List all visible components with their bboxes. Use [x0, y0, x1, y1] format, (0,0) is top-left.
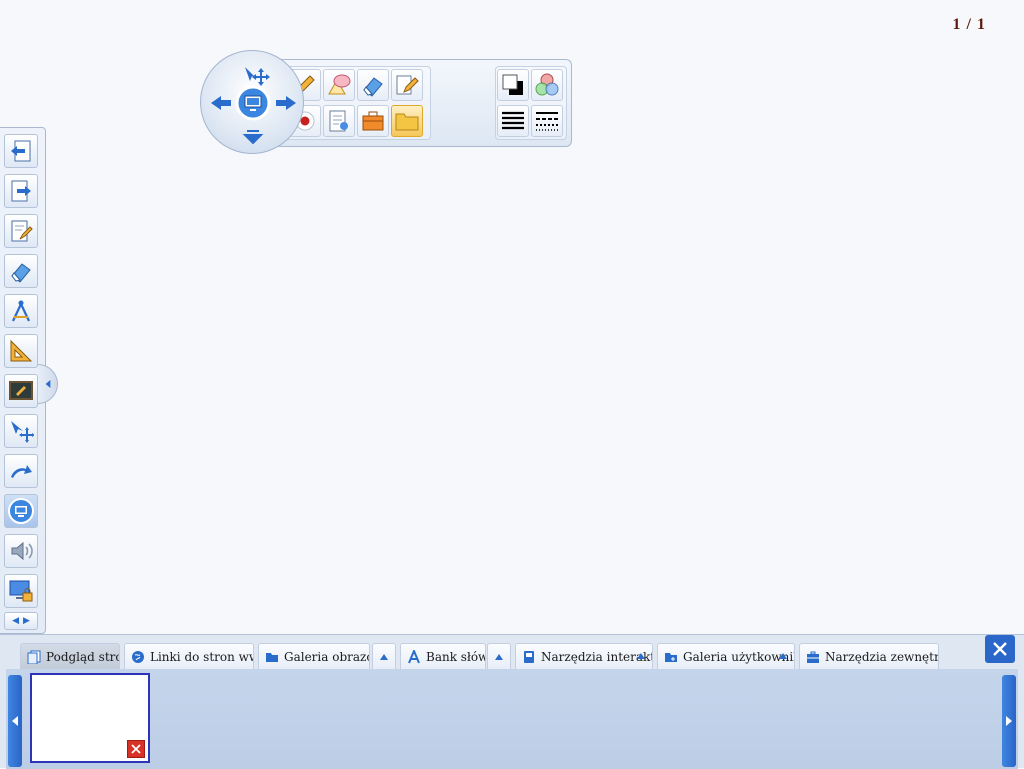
line-style-button[interactable]: [531, 105, 563, 137]
arrow-right-icon[interactable]: [276, 96, 296, 110]
letter-a-icon: [408, 649, 420, 663]
select-move-button[interactable]: [4, 414, 38, 448]
triangle-right-icon: [1006, 716, 1012, 726]
page-forward-icon: [11, 180, 31, 202]
folder-icon: [395, 113, 419, 131]
triangle-left-icon: ◀: [12, 616, 19, 626]
color-fill-button[interactable]: [497, 69, 529, 101]
folder-button[interactable]: [391, 105, 423, 137]
triangle-ruler-button[interactable]: [4, 334, 38, 368]
user-gallery-expand-button[interactable]: [772, 643, 794, 669]
tab-external-tools[interactable]: Narzędzia zewnętrzne: [799, 643, 939, 669]
folder-icon: [266, 652, 278, 662]
interactive-tools-icon: [524, 650, 534, 663]
line-style-icon: [536, 112, 558, 131]
color-fill-icon: [502, 74, 523, 95]
close-icon: [131, 744, 141, 754]
screen-lock-button[interactable]: [4, 574, 38, 608]
eraser-icon: [11, 263, 31, 283]
toolbar-scroll-button[interactable]: ◀ ▶: [4, 612, 38, 630]
document-search-icon: [329, 110, 348, 132]
edit-pencil-button[interactable]: [391, 69, 423, 101]
page-edit-button[interactable]: [4, 214, 38, 248]
chevron-up-icon: [495, 653, 503, 660]
tab-label: Bank słów: [426, 649, 486, 664]
tab-word-bank[interactable]: Bank słów: [400, 643, 486, 669]
briefcase-icon: [807, 651, 819, 663]
line-width-icon: [502, 111, 524, 130]
bottom-panel: Podgląd stron Linki do stron www Galeria…: [0, 634, 1024, 769]
floating-toolbar: [200, 50, 574, 158]
eraser-icon: [363, 77, 383, 97]
triangle-left-icon: [12, 716, 18, 726]
toolbox-icon: [362, 111, 384, 131]
arrow-down-icon[interactable]: [242, 130, 264, 145]
triangle-right-icon: ▶: [23, 616, 30, 626]
shapes-button[interactable]: [323, 69, 355, 101]
tab-label: Podgląd stron: [46, 649, 119, 664]
monitor-icon: [8, 498, 34, 524]
display-button[interactable]: [4, 494, 38, 528]
compass-button[interactable]: [4, 294, 38, 328]
toolbox-button[interactable]: [357, 105, 389, 137]
image-gallery-expand-button[interactable]: [372, 643, 396, 669]
compass-icon: [12, 300, 30, 322]
page-preview-area: [6, 669, 1018, 769]
word-bank-expand-button[interactable]: [487, 643, 511, 669]
navigation-joystick[interactable]: [200, 50, 304, 154]
line-width-button[interactable]: [497, 105, 529, 137]
eraser-button[interactable]: [357, 69, 389, 101]
speaker-icon: [11, 541, 33, 561]
close-panel-button[interactable]: [985, 635, 1015, 663]
edit-pencil-icon: [396, 75, 419, 95]
shapes-icon: [328, 74, 351, 95]
scroll-right-button[interactable]: [1002, 675, 1016, 767]
redo-button[interactable]: [4, 454, 38, 488]
document-search-button[interactable]: [323, 105, 355, 137]
screen-lock-icon: [9, 580, 33, 602]
tab-label: Narzędzia zewnętrzne: [825, 649, 939, 664]
chevron-left-icon: [45, 380, 50, 388]
sound-button[interactable]: [4, 534, 38, 568]
next-page-button[interactable]: [4, 174, 38, 208]
previous-page-button[interactable]: [4, 134, 38, 168]
close-icon: [993, 642, 1007, 656]
arrow-left-icon[interactable]: [211, 96, 231, 110]
pages-icon: [27, 650, 41, 664]
page-counter: 1 / 1: [952, 16, 986, 33]
interactive-tools-expand-button[interactable]: [630, 643, 652, 669]
select-move-icon: [11, 421, 34, 443]
tab-web-links[interactable]: Linki do stron www: [124, 643, 254, 669]
delete-page-button[interactable]: [127, 740, 145, 758]
tab-image-gallery[interactable]: Galeria obrazów: [258, 643, 370, 669]
left-toolbar-collapse-handle[interactable]: [38, 364, 58, 404]
eraser-button[interactable]: [4, 254, 38, 288]
redo-arrow-icon: [11, 465, 32, 478]
globe-icon: [132, 650, 144, 663]
color-palette-icon: [535, 73, 559, 96]
chevron-up-icon: [637, 653, 645, 659]
chevron-up-icon: [380, 653, 388, 660]
blackboard-button[interactable]: [4, 374, 38, 408]
page-brush-icon: [11, 220, 33, 242]
user-folder-icon: [665, 652, 677, 662]
move-cursor-icon[interactable]: [245, 67, 270, 86]
tab-label: Galeria obrazów: [284, 649, 369, 664]
tab-page-preview[interactable]: Podgląd stron: [20, 643, 120, 669]
chevron-up-icon: [779, 653, 787, 659]
triangle-ruler-icon: [10, 339, 33, 362]
scroll-left-button[interactable]: [8, 675, 22, 767]
page-thumbnail[interactable]: [30, 673, 150, 763]
tab-label: Linki do stron www: [150, 649, 253, 664]
blackboard-icon: [9, 381, 33, 400]
color-palette-button[interactable]: [531, 69, 563, 101]
page-back-icon: [11, 140, 31, 162]
